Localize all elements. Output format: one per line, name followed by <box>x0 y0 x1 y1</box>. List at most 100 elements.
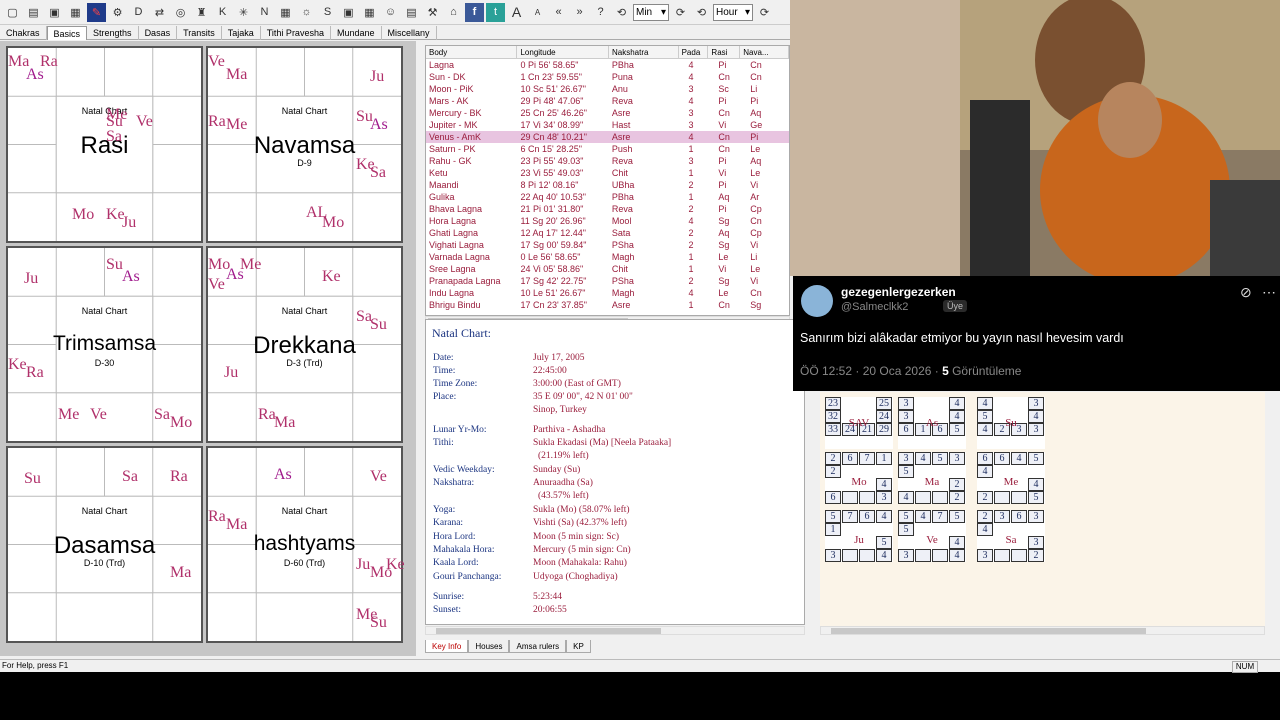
chart-navamsa[interactable]: Natal Chart Navamsa D-9 Ve Ma Ju Ra Me Su As Ke Sa M… <box>206 46 403 243</box>
table-row[interactable]: Varnada Lagna 0 Le 56' 58.65" Magh 1 Le Li <box>426 251 789 263</box>
table-row[interactable]: Sree Lagna 24 Vi 05' 58.86" Chit 1 Vi Le <box>426 263 789 275</box>
toolbar-table-icon[interactable]: ▦ <box>276 3 295 22</box>
chart-dasamsa[interactable]: Natal Chart Dasamsa D-10 (Trd) Su Sa Ra Ma <box>6 446 203 643</box>
table-row[interactable]: Mercury - BK 25 Cn 25' 46.26" Asre 3 Cn Aq <box>426 107 789 119</box>
chart-trimsamsa[interactable]: Natal Chart Trimsamsa D-30 Ju Su As Ke Ra Me Ve Sa… <box>6 246 203 443</box>
table-row[interactable]: Maandi 8 Pi 12' 08.16" UBha 2 Pi Vi <box>426 179 789 191</box>
tab-kp[interactable]: KP <box>566 640 591 653</box>
key-info-hscroll[interactable] <box>425 626 805 635</box>
toolbar-compass-icon[interactable]: ✳ <box>234 3 253 22</box>
toolbar-book-icon[interactable]: ▤ <box>402 3 421 22</box>
table-cell: 25 Cn 25' 46.26" <box>520 108 587 118</box>
table-cell: PSha <box>611 240 634 250</box>
toolbar-back-icon[interactable]: « <box>549 3 568 22</box>
table-row[interactable]: Gulika 22 Aq 40' 10.53" PBha 1 Aq Ar <box>426 191 789 203</box>
bodies-header-4[interactable]: Rasi <box>708 46 741 58</box>
planet-as: As <box>26 66 44 83</box>
tab-mundane[interactable]: Mundane <box>331 26 382 40</box>
toolbar-sun-icon[interactable]: ☼ <box>297 3 316 22</box>
table-row[interactable]: Pranapada Lagna 17 Sg 42' 22.75" PSha 2 Sg Vi <box>426 275 789 287</box>
tab-dasas[interactable]: Dasas <box>139 26 178 40</box>
chart-drekkana[interactable]: Natal Chart Drekkana D-3 (Trd) Mo As Me Ve Ke Sa… <box>206 246 403 443</box>
toolbar-new-icon[interactable]: ▢ <box>3 3 22 22</box>
table-row[interactable]: Saturn - PK 6 Cn 15' 28.25" Push 1 Cn Le <box>426 143 789 155</box>
tab-tajaka[interactable]: Tajaka <box>222 26 261 40</box>
toolbar-hour-forward-icon[interactable]: ⟳ <box>755 3 774 22</box>
toolbar-font-large-icon[interactable]: A <box>507 3 526 22</box>
tab-basics[interactable]: Basics <box>46 26 88 40</box>
table-row[interactable]: Ghati Lagna 12 Aq 17' 12.44" Sata 2 Aq Cp <box>426 227 789 239</box>
toolbar-hour-back-icon[interactable]: ⟲ <box>692 3 711 22</box>
toolbar-house-icon[interactable]: ⌂ <box>444 3 463 22</box>
toolbar-data-icon[interactable]: D <box>129 3 148 22</box>
toolbar-natal-icon[interactable]: N <box>255 3 274 22</box>
planet-ve: Ve <box>90 406 107 423</box>
toolbar-open-icon[interactable]: ▤ <box>24 3 43 22</box>
toolbar-grid-icon[interactable]: ▦ <box>360 3 379 22</box>
table-cell: Magh <box>611 288 635 298</box>
table-row[interactable]: Mars - AK 29 Pi 48' 47.06" Reva 4 Pi Pi <box>426 95 789 107</box>
toolbar-strength-icon[interactable]: ♜ <box>192 3 211 22</box>
tab-transits[interactable]: Transits <box>177 26 222 40</box>
toolbar-help-icon[interactable]: ? <box>591 3 610 22</box>
table-row[interactable]: Lagna 0 Pi 56' 58.65" PBha 4 Pi Cn <box>426 59 789 71</box>
toolbar-twitter-icon[interactable]: t <box>486 2 505 22</box>
bodies-header-2[interactable]: Nakshatra <box>609 46 679 58</box>
toolbar-font-small-icon[interactable]: A <box>528 3 547 22</box>
table-row[interactable]: Venus - AmK 29 Cn 48' 10.21" Asre 4 Cn Pi <box>426 131 789 143</box>
toolbar-save-icon[interactable]: ▣ <box>45 3 64 22</box>
sav-cell: 5 <box>977 410 993 423</box>
key-info-value: Sukla (Mo) (58.07% left) <box>533 505 630 515</box>
charts-panel: Natal Chart Rasi Ma Ra As Su Sa Ve Me Mo Ke Ju Natal… <box>0 41 416 656</box>
table-cell: Le <box>750 168 761 178</box>
tab-houses[interactable]: Houses <box>468 640 510 653</box>
grok-icon[interactable]: ⊘ <box>1240 284 1252 301</box>
tab-chakras[interactable]: Chakras <box>0 26 47 40</box>
more-icon[interactable]: ⋯ <box>1262 284 1276 301</box>
bodies-header-5[interactable]: Nava... <box>740 46 789 58</box>
toolbar-facebook-icon[interactable]: f <box>465 2 484 22</box>
toolbar-edit-chart-icon[interactable]: ✎ <box>87 2 106 22</box>
toolbar-settings-icon[interactable]: ⚙ <box>108 3 127 22</box>
bodies-header-0[interactable]: Body <box>426 46 518 58</box>
table-row[interactable]: Sun - DK 1 Cn 23' 59.55" Puna 4 Cn Cn <box>426 71 789 83</box>
table-row[interactable]: Vighati Lagna 17 Sg 00' 59.84" PSha 2 Sg Vi <box>426 239 789 251</box>
toolbar-print-icon[interactable]: ▦ <box>66 3 85 22</box>
table-row[interactable]: Hora Lagna 11 Sg 20' 26.96" Mool 4 Sg Cn <box>426 215 789 227</box>
bodies-header-3[interactable]: Pada <box>679 46 709 58</box>
toolbar-panel-icon[interactable]: ▣ <box>339 3 358 22</box>
tab-key-info[interactable]: Key Info <box>425 640 469 653</box>
min-select[interactable]: Min ▾ <box>633 3 669 21</box>
table-cell: 23 Pi 55' 49.03" <box>520 156 584 166</box>
toolbar-transit-icon[interactable]: ⇄ <box>150 3 169 22</box>
table-row[interactable]: Bhava Lagna 21 Pi 01' 31.80" Reva 2 Pi Cp <box>426 203 789 215</box>
tab-amsa-rulers[interactable]: Amsa rulers <box>509 640 567 653</box>
chart-rasi[interactable]: Natal Chart Rasi Ma Ra As Su Sa Ve Me Mo Ke Ju <box>6 46 203 243</box>
toolbar-globe-icon[interactable]: ◎ <box>171 3 190 22</box>
tab-strengths[interactable]: Strengths <box>87 26 139 40</box>
ashtakavarga-hscroll[interactable] <box>820 626 1265 635</box>
table-row[interactable]: Moon - PiK 10 Sc 51' 26.67" Anu 3 Sc Li <box>426 83 789 95</box>
planet-su: Su <box>370 614 387 631</box>
toolbar-min-back-icon[interactable]: ⟲ <box>612 3 631 22</box>
table-cell: 1 <box>688 192 694 202</box>
hour-select[interactable]: Hour ▾ <box>713 3 753 21</box>
toolbar-forward-icon[interactable]: » <box>570 3 589 22</box>
toolbar-kp-icon[interactable]: K <box>213 3 232 22</box>
chart-hashtyams[interactable]: Natal Chart hashtyams D-60 (Trd) As Ve Ra Ma Ju… <box>206 446 405 643</box>
table-row[interactable]: Jupiter - MK 17 Vi 34' 08.99" Hast 3 Vi Ge <box>426 119 789 131</box>
key-info-label: Place: <box>433 392 457 402</box>
table-row[interactable]: Indu Lagna 10 Le 51' 26.67" Magh 4 Le Cn <box>426 287 789 299</box>
toolbar-people-icon[interactable]: ☺ <box>381 3 400 22</box>
table-row[interactable]: Ketu 23 Vi 55' 49.03" Chit 1 Vi Le <box>426 167 789 179</box>
table-row[interactable]: Bhrigu Bindu 17 Cn 23' 37.85" Asre 1 Cn Sg <box>426 299 789 311</box>
table-cell: Gulika <box>429 192 455 202</box>
bodies-header-1[interactable]: Longitude <box>517 46 609 58</box>
toolbar-sb-icon[interactable]: S <box>318 3 337 22</box>
toolbar-min-forward-icon[interactable]: ⟳ <box>671 3 690 22</box>
toolbar-tools-icon[interactable]: ⚒ <box>423 3 442 22</box>
tab-tithi-pravesha[interactable]: Tithi Pravesha <box>261 26 331 40</box>
table-row[interactable]: Rahu - GK 23 Pi 55' 49.03" Reva 3 Pi Aq <box>426 155 789 167</box>
tab-miscellany[interactable]: Miscellany <box>382 26 437 40</box>
tweet-author-name: gezegenlergezerken <box>841 285 956 299</box>
